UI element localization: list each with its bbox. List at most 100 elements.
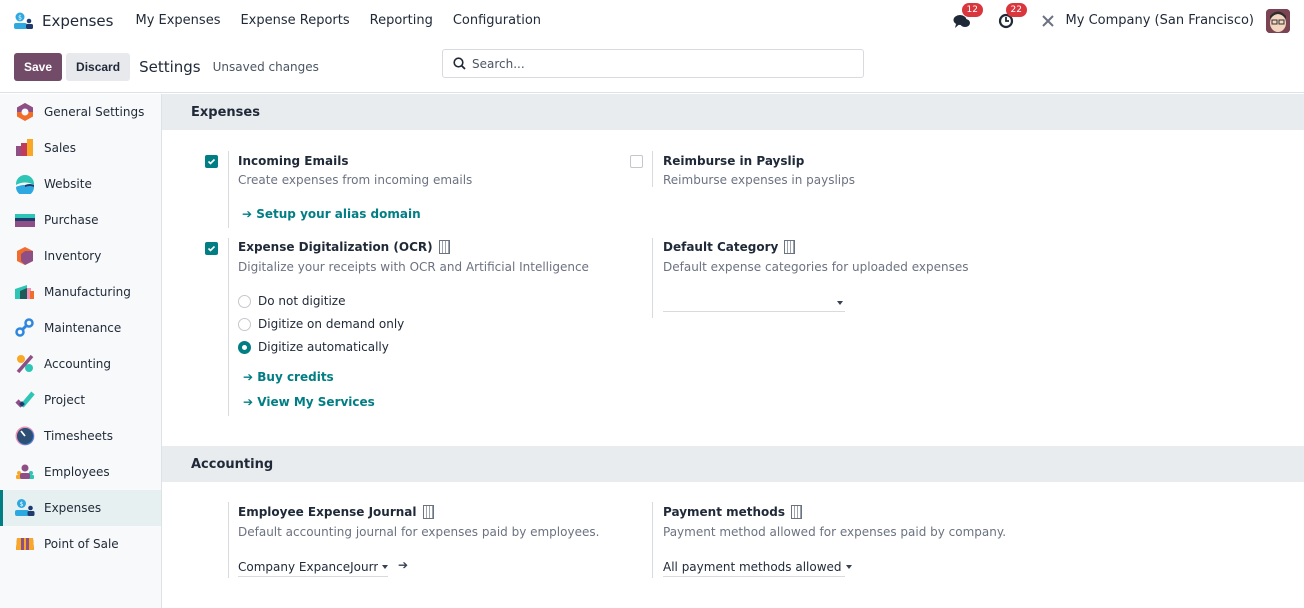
setup-alias-domain-link[interactable]: ➔ Setup your alias domain bbox=[242, 207, 421, 221]
caret-down-icon bbox=[837, 300, 843, 305]
incoming-emails-desc: Create expenses from incoming emails bbox=[238, 173, 473, 187]
sidebar-item-point-of-sale[interactable]: Point of Sale bbox=[0, 526, 161, 562]
default-category-select[interactable] bbox=[663, 294, 845, 312]
timesheets-icon bbox=[15, 426, 35, 446]
sidebar-item-general-settings[interactable]: General Settings bbox=[0, 94, 161, 130]
company-building-icon bbox=[422, 505, 434, 519]
expenses-icon: $ bbox=[15, 498, 35, 518]
maintenance-icon bbox=[15, 318, 35, 338]
purchase-icon bbox=[15, 210, 35, 230]
ocr-title: Expense Digitalization (OCR) bbox=[238, 240, 450, 254]
arrow-right-icon: ➔ bbox=[398, 558, 409, 572]
sidebar-item-timesheets[interactable]: Timesheets bbox=[0, 418, 161, 454]
menu-my-expenses[interactable]: My Expenses bbox=[135, 13, 220, 28]
radio-digitize-automatically[interactable]: Digitize automatically bbox=[238, 340, 389, 354]
messages-button[interactable]: 12 bbox=[952, 2, 983, 31]
caret-down-icon bbox=[845, 565, 852, 569]
sidebar-item-manufacturing[interactable]: Manufacturing bbox=[0, 274, 161, 310]
arrow-right-icon: ➔ bbox=[242, 207, 253, 221]
check-icon bbox=[207, 158, 216, 165]
sidebar-item-inventory[interactable]: Inventory bbox=[0, 238, 161, 274]
divider bbox=[228, 502, 229, 578]
radio-digitize-on-demand[interactable]: Digitize on demand only bbox=[238, 317, 404, 331]
sidebar-item-maintenance[interactable]: Maintenance bbox=[0, 310, 161, 346]
company-switcher[interactable]: My Company (San Francisco) bbox=[1066, 13, 1254, 28]
search-input[interactable] bbox=[472, 56, 832, 71]
divider bbox=[652, 151, 653, 187]
expense-journal-desc: Default accounting journal for expenses … bbox=[238, 525, 600, 539]
reimburse-payslip-title: Reimburse in Payslip bbox=[663, 154, 805, 168]
menu-reporting[interactable]: Reporting bbox=[370, 13, 433, 28]
app-brand[interactable]: $ Expenses bbox=[14, 12, 135, 30]
view-my-services-link[interactable]: ➔ View My Services bbox=[243, 395, 375, 409]
section-title-accounting: Accounting bbox=[162, 446, 1304, 482]
menu-expense-reports[interactable]: Expense Reports bbox=[240, 13, 349, 28]
app-name: Expenses bbox=[42, 11, 114, 30]
accounting-icon bbox=[15, 354, 35, 374]
reimburse-payslip-checkbox[interactable] bbox=[630, 155, 643, 168]
user-avatar[interactable] bbox=[1266, 8, 1290, 33]
default-category-desc: Default expense categories for uploaded … bbox=[663, 260, 969, 274]
systray: 12 22 My Company (San Francisco) bbox=[952, 0, 1290, 41]
open-journal-button[interactable]: ➔ bbox=[398, 558, 408, 572]
buy-credits-link[interactable]: ➔ Buy credits bbox=[243, 370, 334, 384]
activities-badge: 22 bbox=[1005, 2, 1027, 17]
discard-button[interactable]: Discard bbox=[66, 52, 131, 81]
sales-icon bbox=[15, 138, 35, 158]
section-title-expenses: Expenses bbox=[162, 94, 1304, 130]
company-building-icon bbox=[784, 240, 796, 254]
employees-icon bbox=[15, 462, 35, 482]
save-button[interactable]: Save bbox=[14, 52, 63, 81]
arrow-right-icon: ➔ bbox=[243, 370, 254, 384]
control-panel: Save Discard Settings Unsaved changes bbox=[0, 41, 1304, 93]
top-navbar: $ Expenses My Expenses Expense Reports R… bbox=[0, 0, 1304, 41]
expenses-app-icon: $ bbox=[14, 12, 34, 30]
settings-sidebar: General Settings Sales Website Purchase … bbox=[0, 94, 162, 608]
svg-text:$: $ bbox=[20, 501, 24, 508]
manufacturing-icon bbox=[15, 282, 35, 302]
reimburse-payslip-desc: Reimburse expenses in payslips bbox=[663, 173, 856, 187]
check-icon bbox=[207, 245, 216, 252]
expense-journal-title: Employee Expense Journal bbox=[238, 505, 434, 519]
company-building-icon bbox=[438, 240, 450, 254]
sidebar-item-accounting[interactable]: Accounting bbox=[0, 346, 161, 382]
radio-button[interactable] bbox=[238, 317, 251, 331]
activities-button[interactable]: 22 bbox=[996, 2, 1027, 31]
divider bbox=[652, 502, 653, 578]
inventory-icon bbox=[15, 246, 35, 266]
search-box[interactable] bbox=[442, 49, 864, 78]
payment-methods-title: Payment methods bbox=[663, 505, 803, 519]
sidebar-item-project[interactable]: Project bbox=[0, 382, 161, 418]
sidebar-item-expenses[interactable]: $ Expenses bbox=[0, 490, 161, 526]
messages-badge: 12 bbox=[961, 2, 983, 17]
sidebar-item-sales[interactable]: Sales bbox=[0, 130, 161, 166]
expense-journal-select[interactable]: Company ExpanceJourna bbox=[238, 558, 388, 577]
payment-methods-select[interactable]: All payment methods allowed bbox=[663, 558, 852, 577]
radio-do-not-digitize[interactable]: Do not digitize bbox=[238, 294, 346, 308]
incoming-emails-checkbox[interactable] bbox=[205, 155, 218, 168]
sidebar-item-purchase[interactable]: Purchase bbox=[0, 202, 161, 238]
default-category-title: Default Category bbox=[663, 240, 796, 254]
divider bbox=[228, 238, 229, 416]
unsaved-changes-status: Unsaved changes bbox=[212, 59, 319, 74]
svg-text:$: $ bbox=[18, 14, 22, 21]
caret-down-icon bbox=[382, 565, 388, 569]
sidebar-item-website[interactable]: Website bbox=[0, 166, 161, 202]
company-building-icon bbox=[791, 505, 803, 519]
point-of-sale-icon bbox=[15, 534, 35, 554]
project-icon bbox=[15, 390, 35, 410]
debug-tools-icon[interactable] bbox=[1040, 13, 1056, 29]
page-title: Settings bbox=[139, 57, 201, 76]
search-icon bbox=[453, 57, 466, 70]
radio-button[interactable] bbox=[238, 294, 251, 308]
ocr-desc: Digitalize your receipts with OCR and Ar… bbox=[238, 260, 589, 274]
incoming-emails-title: Incoming Emails bbox=[238, 154, 349, 168]
sidebar-item-employees[interactable]: Employees bbox=[0, 454, 161, 490]
radio-button-selected[interactable] bbox=[238, 340, 251, 354]
divider bbox=[228, 151, 229, 228]
divider bbox=[652, 238, 653, 318]
ocr-checkbox[interactable] bbox=[205, 242, 218, 255]
website-icon bbox=[15, 174, 35, 196]
menu-configuration[interactable]: Configuration bbox=[453, 13, 541, 28]
arrow-right-icon: ➔ bbox=[243, 395, 254, 409]
